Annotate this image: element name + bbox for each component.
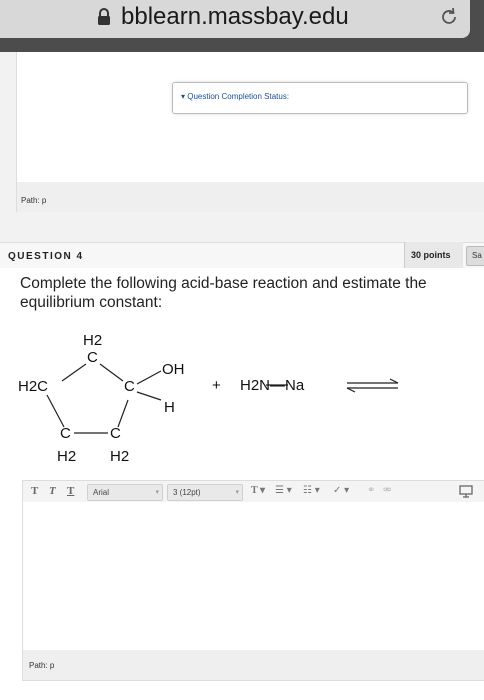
points-label: 30 points [411, 250, 451, 260]
question-number: QUESTION 4 [8, 251, 84, 262]
font-family-value: Arial [93, 488, 110, 497]
url-domain: bblearn.massbay.edu [121, 3, 349, 30]
font-size-select[interactable]: 3 (12pt) ▾ [167, 484, 243, 501]
h-label: H [164, 399, 175, 416]
reagent-label: H2N—Na [240, 377, 305, 394]
editor-path-bar: Path: p [16, 182, 484, 212]
save-answer-button[interactable]: Sa [466, 246, 484, 266]
points-badge: 30 points [404, 242, 463, 268]
link-icon[interactable]: ⚭ [367, 485, 375, 496]
left-ch2-label: H2C [18, 378, 48, 395]
question-text: Complete the following acid-base reactio… [20, 275, 427, 311]
address-field[interactable]: bblearn.massbay.edu [0, 0, 470, 38]
bond-top-right [99, 363, 124, 382]
reload-icon[interactable] [438, 6, 460, 28]
underline-icon[interactable]: T [67, 485, 74, 497]
bond-top-left [61, 363, 87, 382]
bottom-right-h2-label: H2 [110, 448, 129, 465]
bond-left-bottom [46, 394, 65, 428]
path-label: Path: p [21, 196, 47, 205]
monitor-icon[interactable] [459, 485, 473, 498]
top-c-label: C [87, 349, 98, 366]
unlink-icon[interactable]: ⚮ [383, 485, 391, 496]
answer-path-bar: Path: p [22, 650, 484, 681]
previous-answer-editor[interactable] [16, 52, 484, 182]
bottom-left-c-label: C [60, 425, 71, 442]
bullet-list-icon[interactable]: ☰ ▾ [275, 485, 292, 496]
spellcheck-icon[interactable]: ✓ ▾ [333, 485, 349, 496]
answer-path-label: Path: p [29, 661, 55, 670]
bottom-left-h2-label: H2 [57, 448, 76, 465]
bottom-right-c-label: C [110, 425, 121, 442]
bold-icon[interactable]: T [31, 485, 38, 497]
reaction-diagram: H2 C H2C C OH H C C H2 H2 + H2N—Na [18, 332, 399, 465]
editor-toolbar: T T T Arial ▾ 3 (12pt) ▾ T ▾ ☰ ▾ ☷ ▾ ✓ ▾ ⚭… [22, 480, 484, 504]
question-completion-status[interactable]: ▾ Question Completion Status: [172, 82, 468, 114]
lock-icon [98, 8, 110, 25]
chevron-down-icon: ▾ [155, 489, 159, 496]
italic-icon[interactable]: T [49, 485, 56, 497]
top-ch2-label: H2 [83, 332, 102, 349]
bond-oh [136, 370, 162, 385]
question-completion-status-label: ▾ Question Completion Status: [181, 92, 290, 101]
numbered-list-icon[interactable]: ☷ ▾ [303, 485, 320, 496]
browser-url-bar: bblearn.massbay.edu [0, 0, 484, 52]
plus-sign: + [212, 377, 221, 394]
bond-h [136, 391, 162, 401]
text-color-icon[interactable]: T ▾ [251, 485, 265, 496]
right-c-label: C [124, 378, 135, 395]
chevron-down-icon: ▾ [235, 489, 239, 496]
save-answer-label: Sa [472, 251, 482, 260]
font-family-select[interactable]: Arial ▾ [87, 484, 163, 501]
font-size-value: 3 (12pt) [173, 488, 201, 497]
equilibrium-arrow-icon [346, 378, 399, 393]
answer-editor[interactable] [22, 502, 484, 650]
oh-label: OH [162, 361, 185, 378]
bond-right-bottom [117, 399, 129, 428]
